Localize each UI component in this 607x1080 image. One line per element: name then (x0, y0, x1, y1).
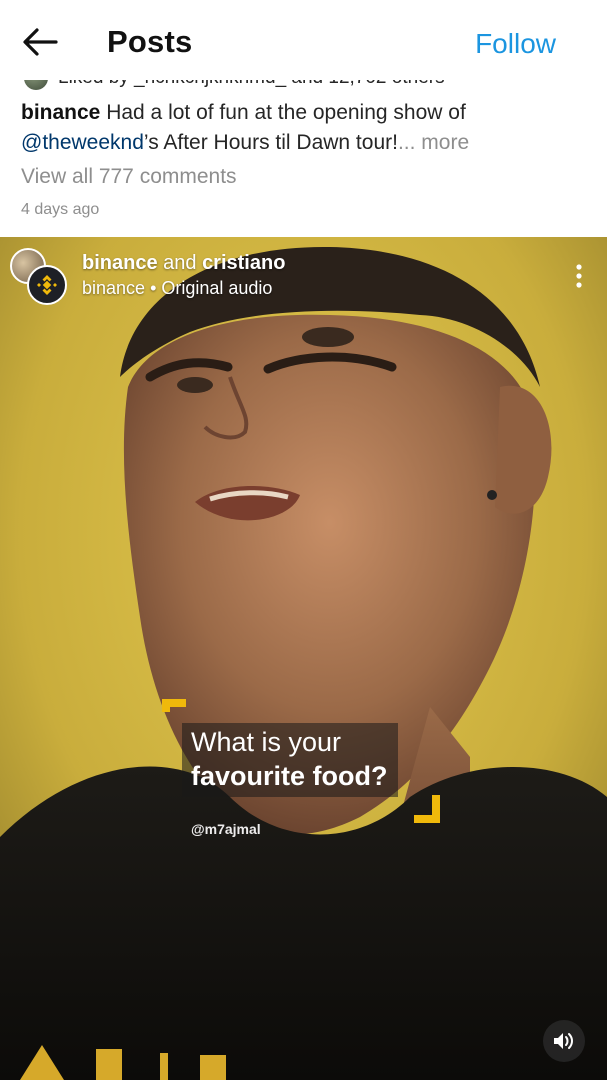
page-title: Posts (107, 24, 193, 59)
caption-more-link[interactable]: ... more (398, 131, 469, 154)
back-button[interactable] (18, 22, 62, 62)
caption-username[interactable]: binance (21, 101, 100, 124)
reel-authors[interactable]: binance and cristiano (82, 252, 285, 275)
post-timestamp: 4 days ago (21, 201, 100, 218)
post-caption: binance Had a lot of fun at the opening … (21, 98, 591, 158)
video-subtitle: What is your favourite food? (182, 723, 398, 797)
authors-conjunction: and (157, 252, 203, 274)
separator-dot: • (145, 278, 162, 298)
author-name-2[interactable]: cristiano (202, 252, 285, 274)
top-app-bar: Posts Follow (0, 0, 607, 80)
subtitle-line-1: What is your (191, 727, 342, 757)
reel-video[interactable]: binance and cristiano binance • Original… (0, 237, 607, 1080)
more-options-button[interactable] (573, 263, 585, 289)
audio-label[interactable]: Original audio (161, 278, 272, 298)
binance-avatar[interactable] (27, 265, 67, 305)
more-vertical-icon (576, 264, 582, 288)
video-frame (0, 237, 607, 1080)
caption-text: Had a lot of fun at the opening show of (100, 101, 466, 124)
volume-on-icon (554, 1033, 573, 1049)
author-name-1[interactable]: binance (82, 252, 158, 274)
video-watermark: @m7ajmal (191, 821, 261, 837)
arrow-left-icon (23, 28, 58, 56)
binance-logo-icon (37, 275, 57, 295)
sub-account-name[interactable]: binance (82, 278, 145, 298)
caption-mention[interactable]: @theweeknd (21, 131, 144, 154)
volume-button[interactable] (543, 1020, 585, 1062)
subtitle-line-2: favourite food? (191, 761, 388, 791)
view-comments-link[interactable]: View all 777 comments (21, 165, 237, 189)
caption-text-continued: ’s After Hours til Dawn tour! (143, 131, 398, 154)
audio-info[interactable]: binance • Original audio (82, 278, 272, 299)
follow-button[interactable]: Follow (475, 28, 556, 60)
